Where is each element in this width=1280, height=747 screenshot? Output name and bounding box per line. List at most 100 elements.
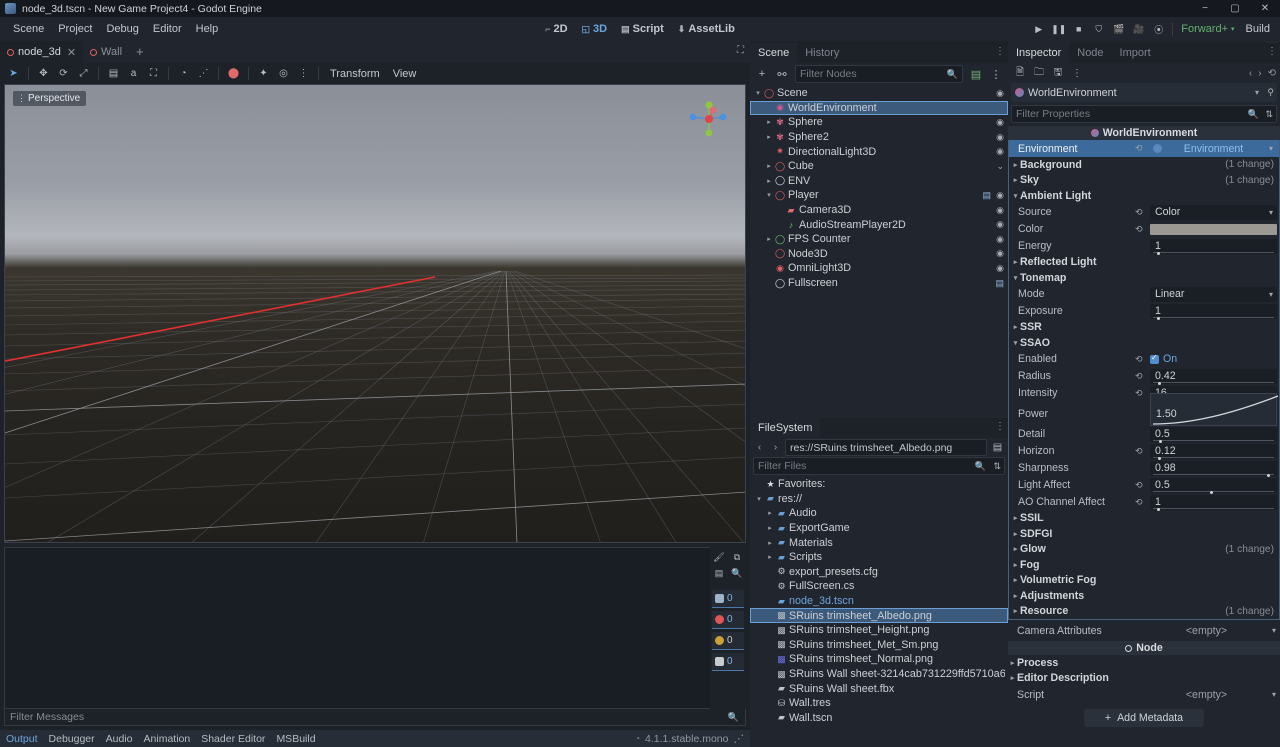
scale-mode-button[interactable]: ⤢ xyxy=(74,65,93,83)
filesystem-dock-menu-button[interactable]: ⋮ xyxy=(995,421,1005,432)
chevron-right-icon[interactable]: ▸ xyxy=(765,509,775,517)
property-value[interactable]: 0.5 xyxy=(1150,477,1277,494)
dock-tab-import[interactable]: Import xyxy=(1112,43,1159,63)
property-value[interactable]: 0.5 xyxy=(1150,426,1277,443)
dock-tab-inspector[interactable]: Inspector xyxy=(1008,43,1070,63)
property-row-light-affect[interactable]: Light Affect ⟲ 0.5 xyxy=(1009,477,1279,494)
revert-icon[interactable]: ⟲ xyxy=(1135,207,1143,218)
inspector-section-glow[interactable]: ▸ Glow (1 change) xyxy=(1009,542,1279,558)
scene-dock-menu-button[interactable]: ⋮ xyxy=(995,46,1005,57)
close-button[interactable]: ✕ xyxy=(1250,0,1280,17)
menu-help[interactable]: Help xyxy=(189,20,226,38)
section-editor-description[interactable]: ▸ Editor Description xyxy=(1008,671,1280,687)
sun-preview-button[interactable]: ✦ xyxy=(254,65,273,83)
slider-track[interactable] xyxy=(1153,381,1274,383)
window-controls[interactable]: − ▢ ✕ xyxy=(1190,0,1280,17)
scene-tree-options-button[interactable]: ⋮ xyxy=(987,65,1005,83)
clear-output-button[interactable]: 🖌 xyxy=(711,550,727,565)
revert-icon[interactable]: ⟲ xyxy=(1135,224,1143,235)
property-value[interactable]: 1 xyxy=(1150,238,1277,255)
visibility-icon[interactable]: ◉ xyxy=(996,248,1004,259)
pin-icon[interactable]: ⚲ xyxy=(1267,87,1274,98)
property-row-intensity[interactable]: Intensity ⟲ 16 xyxy=(1009,385,1279,402)
chevron-right-icon[interactable]: ▸ xyxy=(765,553,775,561)
property-row-power[interactable]: Power 1.50 1.50 xyxy=(1009,392,1279,426)
property-value[interactable]: 1 xyxy=(1150,494,1277,511)
dock-tab-node[interactable]: Node xyxy=(1069,43,1111,63)
filesystem-item[interactable]: ▩ SRuins trimsheet_Albedo.png xyxy=(750,608,1008,623)
bottom-tab-msbuild[interactable]: MSBuild xyxy=(276,733,315,745)
slider-track[interactable] xyxy=(1153,490,1274,492)
environment-preview-button[interactable]: ◎ xyxy=(274,65,293,83)
add-scene-button[interactable]: + xyxy=(129,41,151,63)
property-value[interactable]: 1 xyxy=(1150,303,1277,320)
scene-tree-item[interactable]: ▸ ◯ Cube ⌄ xyxy=(750,159,1008,174)
property-row-detail[interactable]: Detail 0.5 xyxy=(1009,426,1279,443)
collapse-output-button[interactable]: ▤ xyxy=(711,566,727,581)
color-swatch[interactable] xyxy=(1150,223,1277,235)
inspector-section-ssao[interactable]: ▾ SSAO xyxy=(1009,335,1279,351)
rotate-mode-button[interactable]: ⟳ xyxy=(54,65,73,83)
snap-mode-button[interactable]: ⋰ xyxy=(194,65,213,83)
filter-nodes-input[interactable]: Filter Nodes 🔍 xyxy=(795,65,963,83)
warning-count[interactable]: 0 xyxy=(712,632,744,650)
property-checkbox[interactable]: On xyxy=(1150,353,1177,365)
chevron-right-icon[interactable]: ▸ xyxy=(765,539,775,547)
revert-icon[interactable]: ⟲ xyxy=(1135,143,1143,154)
bottom-tab-audio[interactable]: Audio xyxy=(106,733,133,745)
slider-track[interactable] xyxy=(1153,316,1274,318)
property-row-enabled[interactable]: Enabled ⟲ On xyxy=(1009,351,1279,368)
filesystem-item[interactable]: ▸ ▰ Scripts xyxy=(750,550,1008,565)
movie-writer-button[interactable]: 🎥 xyxy=(1129,20,1148,39)
visibility-icon[interactable]: ◉ xyxy=(996,190,1004,201)
property-row-horizon[interactable]: Horizon ⟲ 0.12 xyxy=(1009,443,1279,460)
property-number-field[interactable]: 0.12 xyxy=(1150,443,1277,460)
inspector-properties[interactable]: WorldEnvironment Environment ⟲ Environment… xyxy=(1008,126,1280,747)
property-row-environment[interactable]: Environment ⟲ Environment ▾ xyxy=(1009,140,1279,157)
visibility-partial-icon[interactable]: ⌄ xyxy=(996,161,1004,172)
3d-viewport[interactable]: ⋮ Perspective xyxy=(4,84,746,543)
output-log[interactable] xyxy=(4,547,710,709)
property-value[interactable]: 0.42 xyxy=(1150,368,1277,385)
minimize-button[interactable]: − xyxy=(1190,0,1220,17)
play-custom-scene-button[interactable]: 🎬 xyxy=(1109,20,1128,39)
property-value[interactable] xyxy=(1150,222,1277,237)
menu-debug[interactable]: Debug xyxy=(99,20,145,38)
search-icon[interactable]: 🔍 xyxy=(975,461,986,472)
bottom-tab-output[interactable]: Output xyxy=(6,733,38,745)
inspector-section-adjustments[interactable]: ▸ Adjustments xyxy=(1009,588,1279,604)
filesystem-item[interactable]: ▸ ▰ Audio xyxy=(750,506,1008,521)
bottom-tab-debugger[interactable]: Debugger xyxy=(49,733,95,745)
inspector-history-button[interactable]: ⟲ xyxy=(1268,68,1276,79)
chevron-right-icon[interactable]: ▸ xyxy=(764,162,774,170)
inspector-forward-button[interactable]: › xyxy=(1258,68,1261,79)
property-value[interactable]: Environment ▾ xyxy=(1150,141,1277,156)
property-value[interactable]: 0.98 xyxy=(1150,460,1277,477)
property-number-field[interactable]: 1 xyxy=(1150,494,1277,511)
close-icon[interactable]: ✕ xyxy=(67,46,76,59)
scene-tree-item[interactable]: ▸ ◯ ENV xyxy=(750,174,1008,189)
revert-icon[interactable]: ⟲ xyxy=(1135,480,1143,491)
filesystem-item[interactable]: ▩ SRuins trimsheet_Met_Sm.png xyxy=(750,638,1008,653)
property-value[interactable]: Linear ▾ xyxy=(1150,286,1277,302)
new-resource-icon[interactable]: 🗎 xyxy=(1012,65,1028,81)
property-dropdown[interactable]: Linear ▾ xyxy=(1150,286,1277,302)
scene-tree-item[interactable]: ▸ ✾ Sphere2 ◉ xyxy=(750,130,1008,145)
add-node-button[interactable]: + xyxy=(753,65,771,83)
filesystem-item[interactable]: ▸ ▰ Materials xyxy=(750,535,1008,550)
section-process[interactable]: ▸ Process xyxy=(1008,655,1280,671)
property-row-source[interactable]: Source ⟲ Color ▾ xyxy=(1009,204,1279,221)
bottom-tab-shader-editor[interactable]: Shader Editor xyxy=(201,733,265,745)
pause-scene-button[interactable]: ❚❚ xyxy=(1049,20,1068,39)
filesystem-item[interactable]: ▩ SRuins trimsheet_Normal.png xyxy=(750,652,1008,667)
property-row-mode[interactable]: Mode Linear ▾ xyxy=(1009,286,1279,303)
visibility-icon[interactable]: ◉ xyxy=(996,219,1004,230)
property-number-field[interactable]: 0.5 xyxy=(1150,426,1277,443)
filesystem-item[interactable]: ★ Favorites: xyxy=(750,477,1008,492)
slider-track[interactable] xyxy=(1153,439,1274,441)
transform-menu[interactable]: Transform xyxy=(324,66,386,82)
search-icon[interactable]: 🔍 xyxy=(728,712,739,723)
filter-properties-input[interactable]: Filter Properties 🔍 ⇅ xyxy=(1011,105,1277,123)
property-dropdown[interactable]: Color ▾ xyxy=(1150,204,1277,220)
filesystem-item[interactable]: ⚙ export_presets.cfg xyxy=(750,565,1008,580)
